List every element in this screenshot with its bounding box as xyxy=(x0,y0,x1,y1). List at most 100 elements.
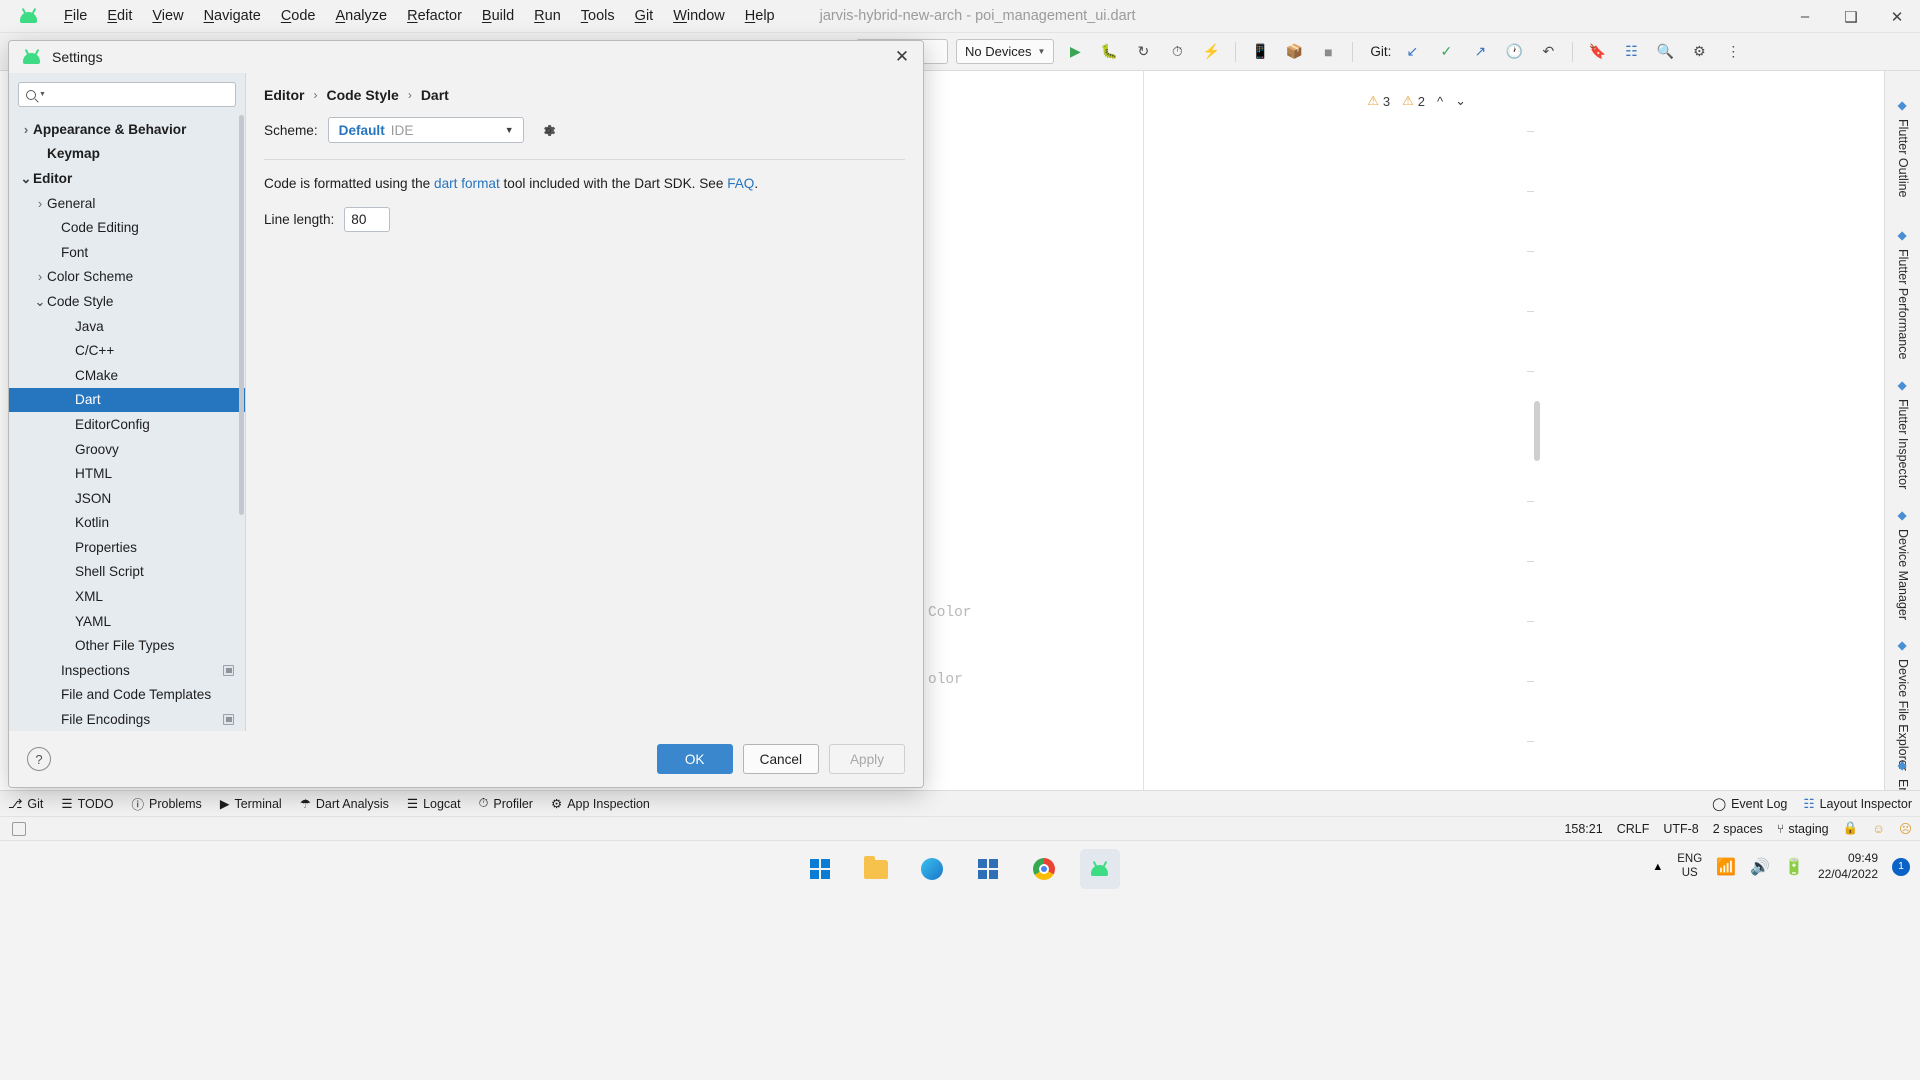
settings-tree-item-color-scheme[interactable]: ›Color Scheme xyxy=(9,265,246,290)
settings-tree-item-editor[interactable]: ⌄Editor xyxy=(9,166,246,191)
sidebar-scrollbar-thumb[interactable] xyxy=(239,115,244,515)
undo-icon[interactable]: ↶ xyxy=(1535,39,1561,65)
feedback-happy-icon[interactable]: ☺ xyxy=(1872,822,1885,836)
sdk-manager-icon[interactable]: 📦 xyxy=(1281,39,1307,65)
chevron-right-icon[interactable]: › xyxy=(33,197,47,210)
tray-expand-icon[interactable]: ▲ xyxy=(1652,861,1663,873)
run-icon[interactable]: ▶ xyxy=(1062,39,1088,65)
settings-tree-item-keymap[interactable]: Keymap xyxy=(9,142,246,167)
layout-inspector-button[interactable]: ☷ Layout Inspector xyxy=(1803,796,1912,811)
menu-view[interactable]: View xyxy=(142,4,193,28)
scheme-select[interactable]: Default IDE ▼ xyxy=(328,117,524,143)
settings-tree-item-appearance-behavior[interactable]: ›Appearance & Behavior xyxy=(9,117,246,142)
menu-window[interactable]: Window xyxy=(663,4,735,28)
debug-icon[interactable]: 🐛 xyxy=(1096,39,1122,65)
bottom-tool-dart-analysis[interactable]: ☂Dart Analysis xyxy=(300,796,389,811)
settings-tree-item-kotlin[interactable]: Kotlin xyxy=(9,511,246,536)
hot-restart-icon[interactable]: ⚡ xyxy=(1198,39,1224,65)
history-icon[interactable]: 🕐 xyxy=(1501,39,1527,65)
settings-tree-item-c-c[interactable]: C/C++ xyxy=(9,338,246,363)
settings-tree-item-dart[interactable]: Dart xyxy=(9,388,246,413)
breadcrumb-item-code-style[interactable]: Code Style xyxy=(326,87,398,103)
settings-tree-item-file-encodings[interactable]: File Encodings xyxy=(9,707,246,731)
menu-git[interactable]: Git xyxy=(625,4,664,28)
menu-refactor[interactable]: Refactor xyxy=(397,4,472,28)
right-tab-flutter-performance[interactable]: ◆Flutter Performance xyxy=(1885,221,1920,367)
bottom-tool-logcat[interactable]: ☰Logcat xyxy=(407,796,461,811)
bottom-tool-todo[interactable]: ☰TODO xyxy=(61,796,113,811)
line-length-input[interactable] xyxy=(344,207,390,232)
editor-scrollbar-thumb[interactable] xyxy=(1534,401,1540,461)
language-indicator[interactable]: ENG US xyxy=(1677,853,1702,879)
start-button[interactable] xyxy=(800,849,840,889)
settings-gear-icon[interactable]: ⚙ xyxy=(1686,39,1712,65)
chrome-browser-button[interactable] xyxy=(1024,849,1064,889)
settings-tree-item-file-and-code-templates[interactable]: File and Code Templates xyxy=(9,683,246,708)
caret-position[interactable]: 158:21 xyxy=(1564,822,1602,836)
settings-tree-item-inspections[interactable]: Inspections xyxy=(9,658,246,683)
indent-setting[interactable]: 2 spaces xyxy=(1713,822,1763,836)
volume-icon[interactable]: 🔊 xyxy=(1750,857,1770,877)
device-selector[interactable]: No Devices ▼ xyxy=(956,39,1054,64)
menu-code[interactable]: Code xyxy=(271,4,326,28)
event-log-button[interactable]: ◯ Event Log xyxy=(1712,796,1787,811)
settings-tree-item-html[interactable]: HTML xyxy=(9,461,246,486)
bottom-tool-app-inspection[interactable]: ⚙App Inspection xyxy=(551,796,650,811)
bottom-tool-problems[interactable]: ⓘProblems xyxy=(132,794,202,813)
stop-icon[interactable]: ■ xyxy=(1315,39,1341,65)
menu-analyze[interactable]: Analyze xyxy=(326,4,398,28)
settings-tree-item-font[interactable]: Font xyxy=(9,240,246,265)
search-everywhere-icon[interactable]: 🔍 xyxy=(1652,39,1678,65)
settings-tree-item-xml[interactable]: XML xyxy=(9,584,246,609)
line-separator[interactable]: CRLF xyxy=(1617,822,1650,836)
close-window-button[interactable]: ✕ xyxy=(1874,0,1920,33)
minimize-button[interactable]: – xyxy=(1782,0,1828,33)
apply-button[interactable]: Apply xyxy=(829,744,905,774)
settings-tree-item-json[interactable]: JSON xyxy=(9,486,246,511)
menu-help[interactable]: Help xyxy=(735,4,785,28)
file-explorer-button[interactable] xyxy=(856,849,896,889)
bottom-tool-profiler[interactable]: ⏱Profiler xyxy=(479,796,533,811)
lock-icon[interactable]: 🔒 xyxy=(1843,821,1859,836)
right-tab-flutter-outline[interactable]: ◆Flutter Outline xyxy=(1885,91,1920,206)
gear-icon[interactable] xyxy=(540,122,557,139)
settings-tree-item-yaml[interactable]: YAML xyxy=(9,609,246,634)
settings-tree-item-cmake[interactable]: CMake xyxy=(9,363,246,388)
wifi-icon[interactable]: 📶 xyxy=(1716,857,1736,877)
settings-tree-item-groovy[interactable]: Groovy xyxy=(9,437,246,462)
chevron-down-icon[interactable]: ⌄ xyxy=(19,172,33,185)
bottom-tool-terminal[interactable]: ▶Terminal xyxy=(220,796,282,811)
bottom-tool-git[interactable]: ⎇Git xyxy=(8,796,43,811)
menu-tools[interactable]: Tools xyxy=(571,4,625,28)
faq-link[interactable]: FAQ xyxy=(727,176,754,191)
layout-inspector-icon[interactable]: ☷ xyxy=(1618,39,1644,65)
clock-widget[interactable]: 09:49 22/04/2022 xyxy=(1818,851,1878,882)
maximize-button[interactable]: ❑ xyxy=(1828,0,1874,33)
dart-format-link[interactable]: dart format xyxy=(434,176,500,191)
hot-reload-icon[interactable]: ⏱ xyxy=(1164,39,1190,65)
bookmark-icon[interactable]: 🔖 xyxy=(1584,39,1610,65)
android-studio-button[interactable] xyxy=(1080,849,1120,889)
git-branch-widget[interactable]: ⑂ staging xyxy=(1777,822,1829,836)
settings-tree-item-shell-script[interactable]: Shell Script xyxy=(9,560,246,585)
breadcrumb-item-editor[interactable]: Editor xyxy=(264,87,304,103)
more-icon[interactable]: ⋮ xyxy=(1720,39,1746,65)
chevron-right-icon[interactable]: › xyxy=(19,123,33,136)
git-push-icon[interactable]: ↗ xyxy=(1467,39,1493,65)
file-encoding[interactable]: UTF-8 xyxy=(1663,822,1698,836)
device-manager-icon[interactable]: 📱 xyxy=(1247,39,1273,65)
inspection-down-icon[interactable]: ⌄ xyxy=(1455,93,1466,109)
settings-tree-item-other-file-types[interactable]: Other File Types xyxy=(9,633,246,658)
settings-tree-item-editorconfig[interactable]: EditorConfig xyxy=(9,412,246,437)
help-button[interactable]: ? xyxy=(27,747,51,771)
settings-search-box[interactable]: ▼ xyxy=(18,82,236,107)
settings-tree-item-java[interactable]: Java xyxy=(9,314,246,339)
git-update-icon[interactable]: ↙ xyxy=(1399,39,1425,65)
chevron-right-icon[interactable]: › xyxy=(33,270,47,283)
profile-icon[interactable]: ↻ xyxy=(1130,39,1156,65)
notification-badge[interactable]: 1 xyxy=(1892,858,1910,876)
battery-icon[interactable]: 🔋 xyxy=(1784,857,1804,877)
feedback-sad-icon[interactable]: ☹ xyxy=(1899,821,1912,836)
chevron-down-icon[interactable]: ⌄ xyxy=(33,295,47,308)
settings-search-input[interactable] xyxy=(50,87,228,102)
